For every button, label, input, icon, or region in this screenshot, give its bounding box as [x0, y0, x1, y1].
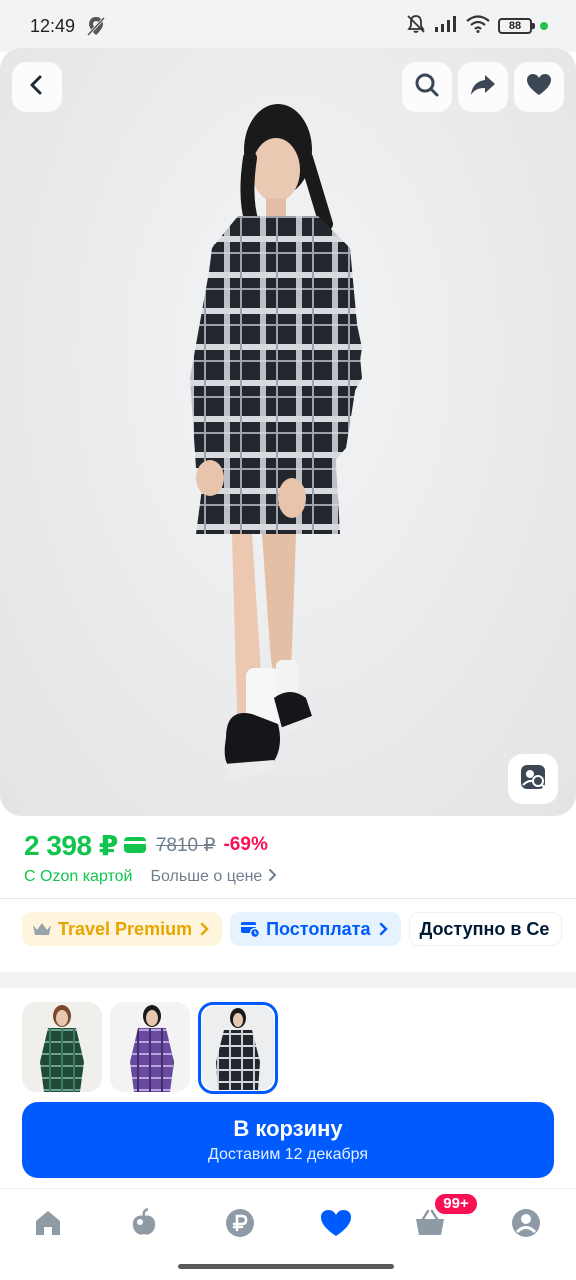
chip-available-label: Доступно в Се	[419, 918, 550, 939]
product-photo[interactable]	[0, 48, 576, 816]
more-about-price-label: Больше о цене	[150, 868, 263, 885]
ruble-icon	[225, 1208, 255, 1243]
nav-finance[interactable]	[222, 1207, 258, 1243]
chevron-right-icon	[379, 922, 389, 936]
delivery-date-label: Доставим 12 декабря	[207, 1146, 369, 1163]
status-time: 12:49	[30, 16, 76, 36]
crown-icon	[32, 921, 52, 937]
add-to-cart-button[interactable]: В корзину Доставим 12 декабря	[22, 1102, 554, 1178]
nav-fresh[interactable]	[126, 1207, 162, 1243]
current-price: 2 398 ₽	[24, 829, 118, 861]
chevron-right-icon	[200, 922, 210, 936]
card-clock-icon	[240, 920, 261, 938]
favorite-button[interactable]	[514, 62, 564, 112]
chip-travel-premium[interactable]: Travel Premium	[22, 912, 223, 946]
nav-home[interactable]	[30, 1207, 66, 1243]
location-off-icon	[86, 15, 106, 37]
search-button[interactable]	[402, 62, 452, 112]
chip-travel-premium-label: Travel Premium	[58, 918, 193, 939]
ozon-card-icon	[123, 837, 146, 853]
share-button[interactable]	[458, 62, 508, 112]
fresh-icon	[129, 1207, 159, 1243]
battery-icon: 88	[498, 18, 535, 34]
home-icon	[33, 1209, 63, 1242]
heart-icon	[526, 73, 552, 102]
home-indicator[interactable]	[178, 1264, 394, 1269]
cart-count-badge: 99+	[433, 1192, 479, 1216]
image-search-button[interactable]	[508, 754, 558, 804]
chip-postpay[interactable]: Постоплата	[230, 912, 401, 946]
variant-thumbnail-black[interactable]	[202, 1006, 274, 1090]
wifi-icon	[466, 14, 490, 38]
share-icon	[470, 73, 496, 102]
mute-icon	[406, 14, 426, 39]
nav-profile[interactable]	[508, 1207, 544, 1243]
chevron-right-icon	[268, 868, 278, 887]
chip-available-in[interactable]: Доступно в Се	[408, 912, 563, 946]
status-bar: 12:49 88	[0, 0, 576, 52]
image-search-icon	[519, 763, 547, 796]
back-button[interactable]	[12, 62, 62, 112]
heart-icon	[320, 1209, 352, 1242]
profile-icon	[511, 1208, 541, 1243]
promo-chips: Travel Premium Постоплата Доступно в Се	[22, 912, 563, 946]
variant-thumbnail-purple[interactable]	[110, 1002, 190, 1092]
variant-thumbnail-green[interactable]	[22, 1002, 102, 1092]
chip-postpay-label: Постоплата	[266, 918, 371, 939]
ozon-card-label: С Ozon картой	[24, 868, 133, 885]
search-icon	[414, 72, 440, 103]
add-to-cart-label: В корзину	[233, 1116, 343, 1141]
price-note-row: С Ozon картой Больше о цене	[24, 866, 278, 888]
section-gap	[0, 972, 576, 988]
nav-favorites[interactable]	[318, 1207, 354, 1243]
discount-badge: -69%	[223, 834, 268, 855]
more-about-price-link[interactable]: Больше о цене	[150, 868, 278, 887]
old-price: 7810 ₽	[155, 834, 216, 856]
status-right-icons: 88	[406, 14, 548, 38]
chevron-left-icon	[26, 74, 48, 101]
product-gallery[interactable]	[0, 48, 576, 816]
divider	[0, 898, 576, 899]
privacy-indicator-dot	[540, 22, 548, 30]
signal-icon	[434, 15, 458, 38]
price-row: 2 398 ₽ 7810 ₽ -69%	[24, 828, 268, 862]
